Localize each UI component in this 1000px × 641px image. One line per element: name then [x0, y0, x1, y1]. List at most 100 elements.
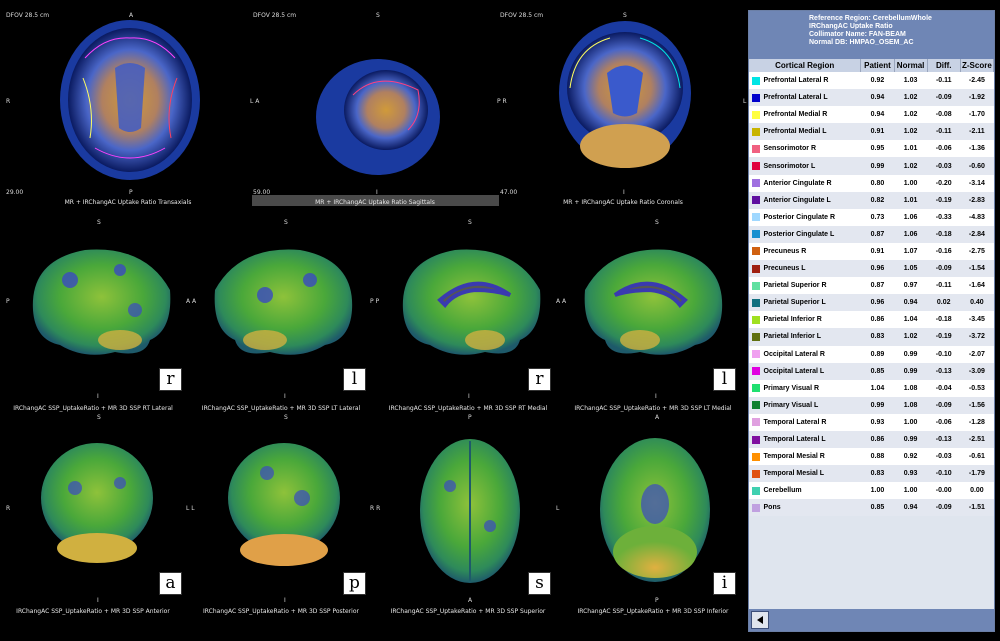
view-badge: i: [713, 572, 736, 595]
panel-footer: [749, 609, 994, 631]
table-row[interactable]: Temporal Lateral R 0.93 1.00 -0.06 -1.28: [749, 413, 994, 431]
diff-value-cell: -0.16: [927, 242, 961, 261]
table-row[interactable]: Primary Visual R 1.04 1.08 -0.04 -0.53: [749, 379, 994, 397]
region-color-cell: [749, 89, 764, 107]
zscore-value-cell: -0.60: [960, 157, 994, 175]
table-row[interactable]: Primary Visual L 0.99 1.08 -0.09 -1.56: [749, 396, 994, 414]
transaxial-slice-image: [60, 20, 200, 180]
diff-value-cell: -0.00: [927, 482, 961, 500]
region-name-cell: Primary Visual R: [763, 379, 861, 397]
patient-value-cell: 0.85: [860, 362, 895, 380]
region-name-cell: Prefrontal Lateral L: [763, 89, 861, 107]
normal-value-cell: 1.02: [894, 123, 928, 141]
normal-value-cell: 1.00: [894, 413, 928, 431]
table-row[interactable]: Cerebellum 1.00 1.00 -0.00 0.00: [749, 482, 994, 500]
transaxial-caption: MR + IRChangAC Uptake Ratio Transaxials: [64, 199, 192, 206]
normal-value-cell: 1.04: [894, 311, 928, 329]
patient-value-cell: 0.85: [860, 499, 895, 517]
table-row[interactable]: Precuneus L 0.96 1.05 -0.09 -1.54: [749, 260, 994, 278]
table-row[interactable]: Parietal Inferior L 0.83 1.02 -0.19 -3.72: [749, 328, 994, 346]
table-row[interactable]: Posterior Cingulate R 0.73 1.06 -0.33 -4.83: [749, 208, 994, 226]
table-row[interactable]: Prefrontal Medial R 0.94 1.02 -0.08 -1.70: [749, 106, 994, 124]
table-row[interactable]: Anterior Cingulate L 0.82 1.01 -0.19 -2.83: [749, 191, 994, 209]
diff-value-cell: -0.09: [927, 499, 961, 517]
diff-value-cell: -0.13: [927, 362, 961, 380]
zscore-value-cell: -1.92: [960, 89, 994, 107]
normal-value-cell: 0.93: [894, 465, 928, 483]
zscore-value-cell: -2.11: [960, 123, 994, 141]
patient-value-cell: 0.96: [860, 294, 895, 312]
region-color-cell: [749, 430, 764, 449]
region-name-cell: Parietal Superior L: [763, 294, 861, 312]
view-badge: l: [713, 368, 736, 391]
table-row[interactable]: Prefrontal Lateral L 0.94 1.02 -0.09 -1.92: [749, 89, 994, 107]
normal-value-cell: 1.02: [894, 157, 928, 175]
region-name-cell: Anterior Cingulate L: [763, 191, 861, 209]
zscore-value-cell: -3.09: [960, 362, 994, 380]
normal-value-cell: 0.99: [894, 430, 928, 449]
diff-value-cell: 0.02: [927, 294, 961, 312]
view-badge: l: [343, 368, 366, 391]
zscore-value-cell: -2.07: [960, 345, 994, 363]
table-row[interactable]: Prefrontal Lateral R 0.92 1.03 -0.11 -2.45: [749, 72, 994, 90]
region-name-cell: Temporal Mesial R: [763, 448, 861, 466]
orientation-top: S: [284, 414, 288, 421]
lt-lateral-caption: IRChangAC SSP_UptakeRatio + MR 3D SSP LT…: [201, 405, 361, 412]
region-color-swatch: [752, 384, 760, 393]
col-header-patient[interactable]: Patient: [860, 59, 895, 72]
table-row[interactable]: Temporal Lateral L 0.86 0.99 -0.13 -2.51: [749, 430, 994, 449]
region-color-swatch: [752, 110, 760, 119]
table-row[interactable]: Parietal Inferior R 0.86 1.04 -0.18 -3.45: [749, 311, 994, 329]
patient-value-cell: 0.89: [860, 345, 895, 363]
diff-value-cell: -0.03: [927, 157, 961, 175]
table-row[interactable]: Anterior Cingulate R 0.80 1.00 -0.20 -3.14: [749, 174, 994, 192]
superior-surface-image: [420, 439, 520, 583]
col-header-diff[interactable]: Diff.: [927, 59, 961, 72]
diff-value-cell: -0.11: [927, 277, 961, 295]
diff-value-cell: -0.04: [927, 379, 961, 397]
normal-value-cell: 0.99: [894, 362, 928, 380]
table-row[interactable]: Prefrontal Medial L 0.91 1.02 -0.11 -2.11: [749, 123, 994, 141]
patient-value-cell: 1.04: [860, 379, 895, 397]
zscore-value-cell: -3.45: [960, 311, 994, 329]
region-color-cell: [749, 482, 764, 500]
col-header-normal[interactable]: Normal: [894, 59, 928, 72]
table-row[interactable]: Precuneus R 0.91 1.07 -0.16 -2.75: [749, 242, 994, 261]
normal-value-cell: 1.02: [894, 89, 928, 107]
zscore-value-cell: -1.54: [960, 260, 994, 278]
view-badge: a: [159, 572, 182, 595]
scroll-left-button[interactable]: [751, 611, 769, 629]
region-name-cell: Parietal Inferior L: [763, 328, 861, 346]
zscore-value-cell: 0.00: [960, 482, 994, 500]
table-row[interactable]: Occipital Lateral R 0.89 0.99 -0.10 -2.07: [749, 345, 994, 363]
diff-value-cell: -0.20: [927, 174, 961, 192]
slice-number: 29.00: [6, 189, 24, 196]
zscore-value-cell: -1.51: [960, 499, 994, 517]
zscore-value-cell: -1.64: [960, 277, 994, 295]
zscore-value-cell: -4.83: [960, 208, 994, 226]
table-row[interactable]: Pons 0.85 0.94 -0.09 -1.51: [749, 499, 994, 517]
orientation-top: S: [655, 219, 659, 226]
region-color-cell: [749, 345, 764, 363]
col-header-region[interactable]: Cortical Region: [749, 59, 862, 72]
view-badge: r: [159, 368, 182, 391]
table-row[interactable]: Sensorimotor L 0.99 1.02 -0.03 -0.60: [749, 157, 994, 175]
zscore-value-cell: -2.83: [960, 191, 994, 209]
table-row[interactable]: Sensorimotor R 0.95 1.01 -0.06 -1.36: [749, 140, 994, 158]
orientation-left: R: [6, 98, 11, 105]
normal-value-cell: 0.99: [894, 345, 928, 363]
table-row[interactable]: Parietal Superior L 0.96 0.94 0.02 0.40: [749, 294, 994, 312]
table-row[interactable]: Posterior Cingulate L 0.87 1.06 -0.18 -2.84: [749, 225, 994, 243]
superior-caption: IRChangAC SSP_UptakeRatio + MR 3D SSP Su…: [390, 608, 546, 615]
col-header-zscore[interactable]: Z-Score: [960, 59, 995, 72]
patient-value-cell: 0.91: [860, 242, 895, 261]
table-row[interactable]: Temporal Mesial L 0.83 0.93 -0.10 -1.79: [749, 465, 994, 483]
table-row[interactable]: Occipital Lateral L 0.85 0.99 -0.13 -3.09: [749, 362, 994, 380]
region-name-cell: Anterior Cingulate R: [763, 174, 861, 192]
region-name-cell: Sensorimotor L: [763, 157, 861, 175]
diff-value-cell: -0.10: [927, 345, 961, 363]
cortical-region-table: Cortical Region Patient Normal Diff. Z-S…: [749, 59, 995, 517]
region-color-swatch: [752, 350, 760, 359]
table-row[interactable]: Parietal Superior R 0.87 0.97 -0.11 -1.64: [749, 277, 994, 295]
table-row[interactable]: Temporal Mesial R 0.88 0.92 -0.03 -0.61: [749, 448, 994, 466]
